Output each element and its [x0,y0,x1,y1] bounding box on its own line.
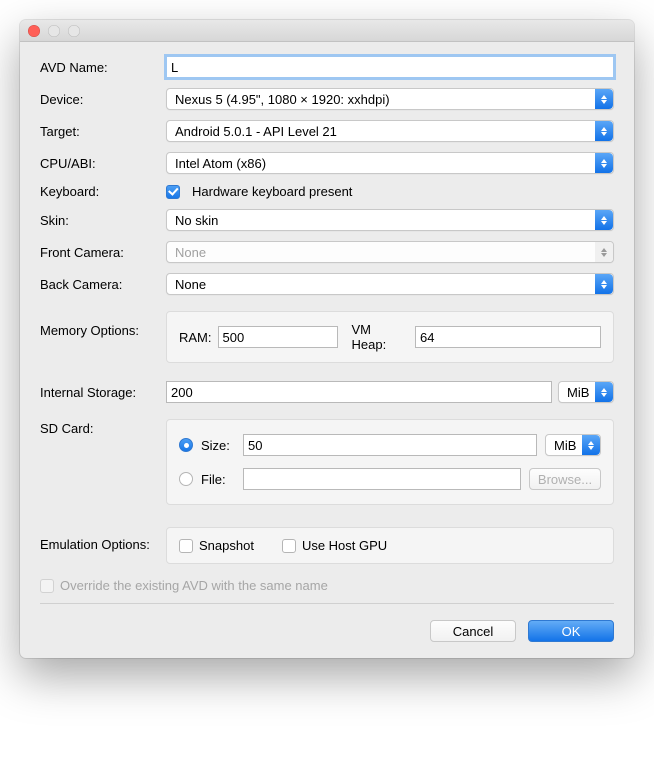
vm-heap-label: VM Heap: [352,322,410,352]
dialog-content: AVD Name: Device: Nexus 5 (4.95", 1080 ×… [20,42,634,658]
ram-input[interactable] [218,326,338,348]
cpu-abi-value: Intel Atom (x86) [175,156,266,171]
chevron-updown-icon [582,435,600,455]
chevron-updown-icon [595,121,613,141]
sd-file-input [243,468,521,490]
chevron-updown-icon [595,382,613,402]
avd-name-label: AVD Name: [40,60,166,75]
device-value: Nexus 5 (4.95", 1080 × 1920: xxhdpi) [175,92,390,107]
back-camera-select[interactable]: None [166,273,614,295]
keyboard-label: Keyboard: [40,184,166,199]
override-checkbox [40,579,54,593]
memory-options-group: RAM: VM Heap: [166,311,614,363]
skin-value: No skin [175,213,218,228]
use-host-gpu-label: Use Host GPU [302,538,387,553]
front-camera-value: None [175,245,206,260]
sd-file-radio[interactable] [179,472,193,486]
device-label: Device: [40,92,166,107]
maximize-icon [68,25,80,37]
front-camera-label: Front Camera: [40,245,166,260]
chevron-updown-icon [595,89,613,109]
internal-storage-label: Internal Storage: [40,385,166,400]
target-label: Target: [40,124,166,139]
keyboard-checkbox-label: Hardware keyboard present [192,184,352,199]
browse-button: Browse... [529,468,601,490]
snapshot-checkbox[interactable] [179,539,193,553]
back-camera-value: None [175,277,206,292]
titlebar [20,20,634,42]
emulation-options-label: Emulation Options: [40,527,166,552]
sd-size-unit-select[interactable]: MiB [545,434,601,456]
minimize-icon [48,25,60,37]
dialog-window: AVD Name: Device: Nexus 5 (4.95", 1080 ×… [20,20,634,658]
internal-storage-unit-select[interactable]: MiB [558,381,614,403]
sd-size-unit-value: MiB [554,438,576,453]
sd-card-label: SD Card: [40,419,166,436]
skin-label: Skin: [40,213,166,228]
skin-select[interactable]: No skin [166,209,614,231]
device-select[interactable]: Nexus 5 (4.95", 1080 × 1920: xxhdpi) [166,88,614,110]
target-value: Android 5.0.1 - API Level 21 [175,124,337,139]
ok-button[interactable]: OK [528,620,614,642]
chevron-updown-icon [595,153,613,173]
avd-name-input[interactable] [166,56,614,78]
close-icon[interactable] [28,25,40,37]
keyboard-checkbox[interactable] [166,185,180,199]
sd-file-label: File: [201,472,235,487]
target-select[interactable]: Android 5.0.1 - API Level 21 [166,120,614,142]
sd-size-input[interactable] [243,434,537,456]
chevron-updown-icon [595,210,613,230]
memory-options-label: Memory Options: [40,311,166,338]
emulation-options-group: Snapshot Use Host GPU [166,527,614,564]
override-label: Override the existing AVD with the same … [60,578,328,593]
chevron-updown-icon [595,242,613,262]
front-camera-select: None [166,241,614,263]
snapshot-label: Snapshot [199,538,254,553]
use-host-gpu-checkbox[interactable] [282,539,296,553]
ram-label: RAM: [179,330,212,345]
sd-size-radio[interactable] [179,438,193,452]
sd-size-label: Size: [201,438,235,453]
sd-card-group: Size: MiB File: Browse... [166,419,614,505]
cpu-abi-select[interactable]: Intel Atom (x86) [166,152,614,174]
internal-storage-input[interactable] [166,381,552,403]
cancel-button[interactable]: Cancel [430,620,516,642]
vm-heap-input[interactable] [415,326,601,348]
internal-storage-unit-value: MiB [567,385,589,400]
cpu-abi-label: CPU/ABI: [40,156,166,171]
divider [40,603,614,604]
dialog-footer: Cancel OK [40,616,614,642]
back-camera-label: Back Camera: [40,277,166,292]
chevron-updown-icon [595,274,613,294]
